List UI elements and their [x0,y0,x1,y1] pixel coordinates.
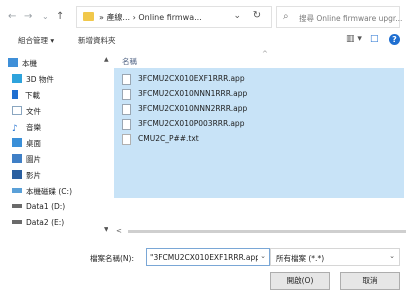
file-item[interactable]: 3FCMU2CX010P003RRR.app [112,117,404,131]
address-box[interactable]: » 產線... › Online firmwa... ⌄ [76,6,272,28]
back-button[interactable]: ← [8,11,16,22]
file-icon [122,74,131,85]
sidebar-item-3d-objects[interactable]: 3D 物件 [12,74,54,88]
sidebar-item-music[interactable]: ♪ 音樂 [12,122,41,136]
file-type-value: 所有檔案 (*.*) [276,254,325,263]
computer-icon [8,58,18,67]
file-item[interactable]: 3FCMU2CX010NNN1RRR.app [112,87,404,101]
address-dropdown-icon[interactable]: ⌄ [233,11,241,21]
file-icon [122,104,131,115]
horizontal-scrollbar[interactable]: < [108,227,406,236]
organize-button[interactable]: 組合管理 ▾ [18,35,54,46]
file-item[interactable]: 3FCMU2CX010NNN2RRR.app [112,102,404,116]
sidebar-item-drive-d[interactable]: Data1 (D:) [12,202,65,216]
forward-button[interactable]: → [24,11,32,22]
music-icon: ♪ [12,124,18,134]
command-toolbar: 組合管理 ▾ 新增資料夾 ▥ ▾ □ ? [0,34,406,48]
open-button[interactable]: 開啟(O) [270,272,330,290]
search-input[interactable]: 搜尋 Online firmware upgr... [299,13,402,24]
recent-locations-dropdown[interactable]: ⌄ [42,12,49,21]
search-icon: ⌕ [283,11,289,22]
drive-icon [12,204,22,208]
sidebar-item-pictures[interactable]: 圖片 [12,154,41,168]
sidebar-item-drive-e[interactable]: Data2 (E:) [12,218,64,232]
file-type-filter[interactable]: 所有檔案 (*.*) ⌄ [270,248,400,266]
sidebar-item-desktop[interactable]: 桌面 [12,138,41,152]
chevron-left-icon[interactable]: < [116,227,122,235]
navigation-scrollbar[interactable]: ▲ ▼ [104,56,110,234]
sidebar-item-drive-c[interactable]: 本機磁碟 (C:) [12,186,72,200]
download-icon [12,90,18,99]
new-folder-button[interactable]: 新增資料夾 [78,35,116,46]
sidebar-item-documents[interactable]: 文件 [12,106,41,120]
document-icon [12,106,22,115]
chevron-down-icon[interactable]: ⌄ [260,252,266,260]
chevron-up-icon[interactable]: ▲ [104,56,109,63]
address-path[interactable]: » 產線... › Online firmwa... [99,12,202,23]
preview-pane-icon[interactable]: □ [370,34,379,44]
sort-arrow-icon: ^ [262,50,268,58]
chevron-down-icon[interactable]: ⌄ [389,252,395,260]
cancel-button[interactable]: 取消 [340,272,400,290]
cube-icon [12,74,22,83]
view-options-icon[interactable]: ▥ ▾ [346,34,362,44]
file-icon [122,119,131,130]
dialog-footer: 檔案名稱(N): "3FCMU2CX010EXF1RRR.app" ⌄ 所有檔案… [0,240,406,293]
desktop-icon [12,138,22,147]
videos-icon [12,170,22,179]
address-bar-row: ← → ⌄ ↑ » 產線... › Online firmwa... ⌄ ↻ ⌕… [0,0,406,34]
filename-label: 檔案名稱(N): [90,254,134,263]
file-item[interactable]: 3FCMU2CX010EXF1RRR.app [112,72,404,86]
navigation-pane: 本機 3D 物件 下載 文件 ♪ 音樂 桌面 圖片 影片 本機磁碟 (C:) Da… [0,52,108,236]
drive-icon [12,220,22,224]
help-icon[interactable]: ? [389,34,400,45]
refresh-button[interactable]: ↻ [246,7,268,25]
drive-icon [12,188,22,193]
file-item[interactable]: CMU2C_P##.txt [112,132,404,146]
text-file-icon [122,134,131,145]
search-box[interactable]: ⌕ 搜尋 Online firmware upgr... [276,6,402,28]
file-icon [122,89,131,100]
filename-field[interactable]: "3FCMU2CX010EXF1RRR.app" ⌄ [146,248,270,266]
file-list-pane: ^ 名稱 3FCMU2CX010EXF1RRR.app 3FCMU2CX010N… [112,50,406,236]
filename-value[interactable]: "3FCMU2CX010EXF1RRR.app" [150,253,258,262]
sidebar-item-downloads[interactable]: 下載 [12,90,40,104]
sidebar-item-this-pc[interactable]: 本機 [8,58,37,72]
folder-icon [83,12,94,21]
scrollbar-thumb[interactable] [128,230,406,233]
up-button[interactable]: ↑ [56,11,64,22]
column-header-name[interactable]: 名稱 [122,56,137,67]
pictures-icon [12,154,22,163]
sidebar-item-videos[interactable]: 影片 [12,170,41,184]
